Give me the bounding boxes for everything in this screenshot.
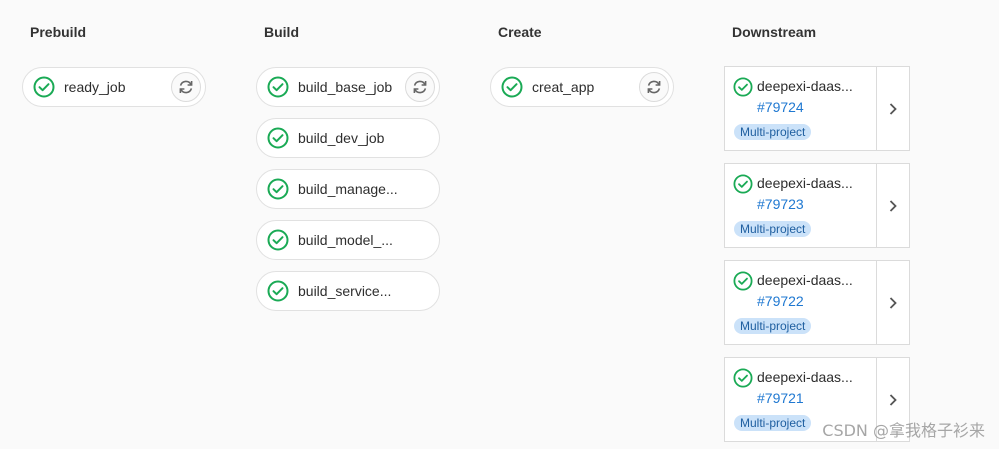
chevron-right-icon [889,393,897,406]
success-status-icon [267,280,289,302]
success-status-icon [267,76,289,98]
downstream-pipeline-id[interactable]: #79724 [757,99,804,115]
downstream-pipeline-link[interactable]: deepexi-daas... #79722 Multi-project [725,261,877,344]
success-status-icon [733,174,753,194]
retry-icon [647,80,661,94]
multi-project-badge: Multi-project [734,318,812,334]
downstream-project-name: deepexi-daas... [757,78,853,94]
job-name: build_model_... [298,232,393,248]
success-status-icon [501,76,523,98]
downstream-pipeline-id[interactable]: #79722 [757,293,804,309]
stage-title: Prebuild [30,24,87,40]
multi-project-badge: Multi-project [734,415,812,431]
job-name: creat_app [532,79,595,95]
downstream-project-name: deepexi-daas... [757,369,853,385]
expand-button[interactable] [876,67,909,150]
success-status-icon [733,368,753,388]
watermark: CSDN @拿我格子衫来 [822,421,985,440]
job-build-service[interactable]: build_service... [256,271,440,311]
job-name: build_manage... [298,181,398,197]
success-status-icon [267,229,289,251]
success-status-icon [733,77,753,97]
downstream-pipeline-link[interactable]: deepexi-daas... #79723 Multi-project [725,164,877,247]
downstream-project-name: deepexi-daas... [757,175,853,191]
job-build-dev-job[interactable]: build_dev_job [256,118,440,158]
downstream-pipeline-link[interactable]: deepexi-daas... #79724 Multi-project [725,67,877,150]
retry-button[interactable] [405,72,435,102]
retry-icon [413,80,427,94]
job-creat-app[interactable]: creat_app [490,67,674,107]
multi-project-badge: Multi-project [734,124,812,140]
job-build-manage[interactable]: build_manage... [256,169,440,209]
chevron-right-icon [889,296,897,309]
downstream-pipeline-id[interactable]: #79723 [757,196,804,212]
downstream-pipeline-card: deepexi-daas... #79723 Multi-project [724,163,910,248]
stage-title: Build [264,24,299,40]
success-status-icon [267,178,289,200]
success-status-icon [33,76,55,98]
job-build-model[interactable]: build_model_... [256,220,440,260]
job-ready-job[interactable]: ready_job [22,67,206,107]
retry-button[interactable] [171,72,201,102]
chevron-right-icon [889,199,897,212]
downstream-pipeline-card: deepexi-daas... #79722 Multi-project [724,260,910,345]
expand-button[interactable] [876,261,909,344]
chevron-right-icon [889,102,897,115]
job-name: build_service... [298,283,392,299]
job-name: build_base_job [298,79,393,95]
downstream-pipeline-card: deepexi-daas... #79724 Multi-project [724,66,910,151]
retry-icon [179,80,193,94]
retry-button[interactable] [639,72,669,102]
stage-title: Downstream [732,24,817,40]
downstream-pipeline-id[interactable]: #79721 [757,390,804,406]
success-status-icon [733,271,753,291]
job-name: build_dev_job [298,130,385,146]
downstream-project-name: deepexi-daas... [757,272,853,288]
success-status-icon [267,127,289,149]
multi-project-badge: Multi-project [734,221,812,237]
expand-button[interactable] [876,164,909,247]
job-build-base-job[interactable]: build_base_job [256,67,440,107]
job-name: ready_job [64,79,126,95]
stage-title: Create [498,24,542,40]
